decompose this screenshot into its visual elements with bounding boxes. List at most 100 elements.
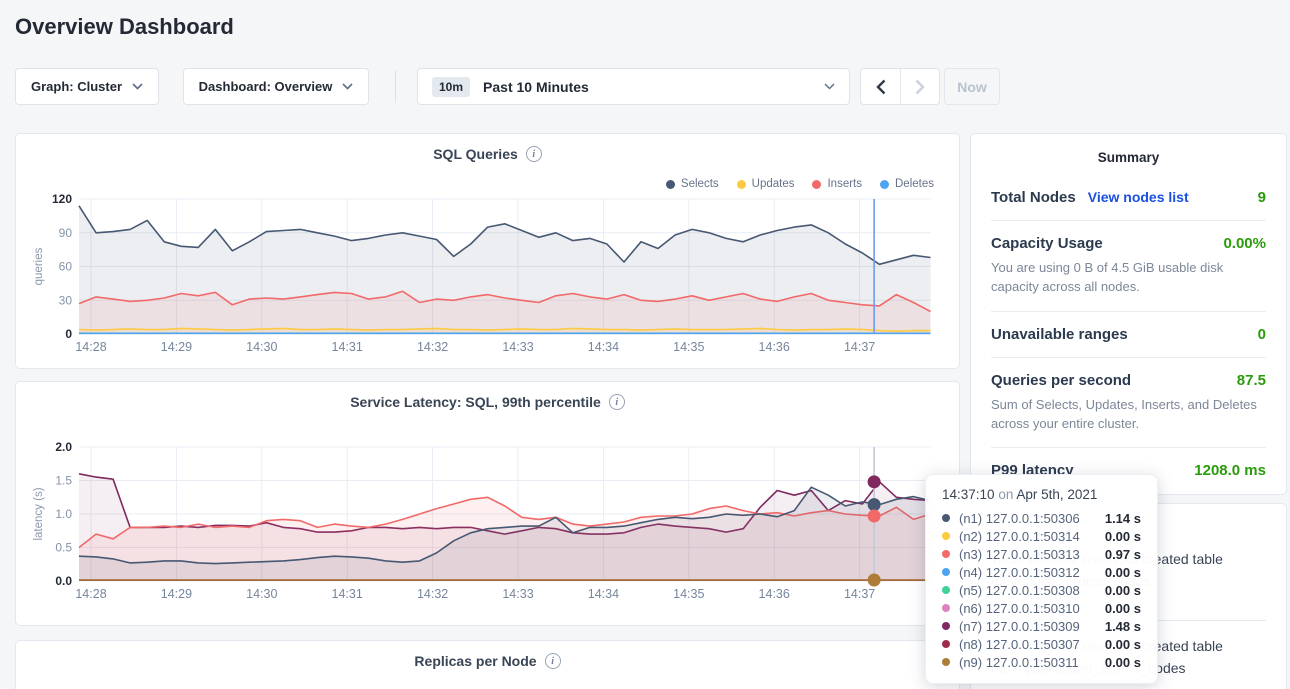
chevron-down-icon	[824, 83, 835, 90]
svg-text:14:32: 14:32	[417, 340, 448, 354]
previous-time-button[interactable]	[861, 69, 900, 104]
node-address: (n8) 127.0.0.1:50307	[959, 637, 1080, 652]
tooltip-node-row: (n4) 127.0.0.1:50312 0.00 s	[942, 563, 1141, 581]
dashboard-selector-label: Dashboard: Overview	[199, 79, 333, 94]
graph-selector-dropdown[interactable]: Graph: Cluster	[15, 68, 159, 105]
chevron-right-icon	[915, 79, 925, 95]
svg-text:14:36: 14:36	[759, 587, 790, 601]
unavailable-ranges-value: 0	[1258, 326, 1266, 343]
node-address: (n6) 127.0.0.1:50310	[959, 601, 1080, 616]
series-color-dot	[942, 532, 950, 540]
info-icon[interactable]: i	[609, 394, 625, 410]
legend-label: Inserts	[827, 178, 862, 190]
now-button[interactable]: Now	[944, 68, 1000, 105]
replicas-per-node-title: Replicas per Node	[414, 653, 536, 669]
node-latency-value: 0.00 s	[1105, 565, 1141, 580]
total-nodes-value: 9	[1258, 189, 1266, 206]
series-color-dot	[942, 514, 950, 522]
sql-queries-title: SQL Queries	[433, 146, 518, 162]
info-icon[interactable]: i	[526, 146, 542, 162]
unavailable-ranges-row: Unavailable ranges 0	[991, 326, 1266, 343]
sql-queries-panel: 14:2814:2914:3014:3114:3214:3314:3414:35…	[15, 133, 960, 369]
time-nav-group	[860, 68, 940, 105]
total-nodes-row: Total Nodes View nodes list 9	[991, 189, 1266, 206]
legend-label: Deletes	[895, 178, 934, 190]
series-color-dot	[942, 604, 950, 612]
svg-text:14:29: 14:29	[161, 340, 192, 354]
service-latency-panel: 14:2814:2914:3014:3114:3214:3314:3414:35…	[15, 381, 960, 626]
node-latency-value: 0.00 s	[1105, 637, 1141, 652]
tooltip-node-row: (n5) 127.0.0.1:503080.00 s	[942, 581, 1141, 599]
svg-text:14:28: 14:28	[75, 587, 106, 601]
series-color-dot	[942, 550, 950, 558]
node-latency-value: 0.00 s	[1105, 529, 1141, 544]
node-address: (n3) 127.0.0.1:50313	[959, 547, 1080, 562]
legend-item-deletes[interactable]: Deletes	[880, 178, 934, 190]
svg-text:90: 90	[59, 226, 73, 240]
svg-text:60: 60	[59, 260, 73, 274]
series-color-dot	[942, 586, 950, 594]
tooltip-node-row: (n8) 127.0.0.1:50307 0.00 s	[942, 635, 1141, 653]
legend-item-updates[interactable]: Updates	[737, 178, 795, 190]
svg-text:14:31: 14:31	[332, 587, 363, 601]
divider	[991, 220, 1266, 221]
capacity-usage-value: 0.00%	[1223, 235, 1266, 252]
summary-title: Summary	[991, 150, 1266, 165]
queries-per-second-value: 87.5	[1237, 372, 1266, 389]
time-range-label: Past 10 Minutes	[483, 79, 589, 95]
svg-text:14:36: 14:36	[759, 340, 790, 354]
svg-text:14:37: 14:37	[844, 340, 875, 354]
queries-per-second-description: Sum of Selects, Updates, Inserts, and De…	[991, 396, 1266, 434]
node-address: (n4) 127.0.0.1:50312	[959, 565, 1080, 580]
svg-text:14:35: 14:35	[673, 587, 704, 601]
divider	[991, 447, 1266, 448]
next-time-button[interactable]	[900, 69, 939, 104]
node-latency-value: 1.14 s	[1105, 511, 1141, 526]
chevron-down-icon	[132, 83, 143, 90]
capacity-usage-description: You are using 0 B of 4.5 GiB usable disk…	[991, 259, 1266, 297]
legend-item-selects[interactable]: Selects	[666, 178, 719, 190]
legend-color-dot	[880, 180, 889, 189]
svg-text:2.0: 2.0	[55, 440, 72, 454]
svg-text:14:33: 14:33	[502, 340, 533, 354]
tooltip-node-row: (n1) 127.0.0.1:50306 1.14 s	[942, 509, 1141, 527]
chevron-left-icon	[876, 79, 886, 95]
dashboard-selector-dropdown[interactable]: Dashboard: Overview	[183, 68, 369, 105]
series-color-dot	[942, 658, 950, 666]
legend-color-dot	[812, 180, 821, 189]
tooltip-node-row: (n9) 127.0.0.1:503110.00 s	[942, 653, 1141, 671]
svg-text:14:35: 14:35	[673, 340, 704, 354]
svg-text:14:32: 14:32	[417, 587, 448, 601]
sql-queries-legend: Selects Updates Inserts Deletes	[666, 178, 934, 190]
capacity-usage-label: Capacity Usage	[991, 235, 1103, 252]
svg-text:14:29: 14:29	[161, 587, 192, 601]
svg-text:14:33: 14:33	[502, 587, 533, 601]
svg-text:1.5: 1.5	[55, 474, 72, 488]
graph-selector-label: Graph: Cluster	[31, 79, 122, 94]
svg-text:14:28: 14:28	[75, 340, 106, 354]
queries-per-second-label: Queries per second	[991, 372, 1131, 389]
svg-text:latency (s): latency (s)	[33, 487, 45, 540]
node-address: (n9) 127.0.0.1:50311	[959, 655, 1079, 670]
service-latency-chart[interactable]: 14:2814:2914:3014:3114:3214:3314:3414:35…	[16, 382, 959, 625]
legend-item-inserts[interactable]: Inserts	[812, 178, 862, 190]
view-nodes-list-link[interactable]: View nodes list	[1088, 189, 1189, 205]
overview-dashboard-page: Overview Dashboard Graph: Cluster Dashbo…	[0, 0, 1290, 689]
divider	[991, 311, 1266, 312]
time-range-badge: 10m	[432, 77, 470, 97]
info-icon[interactable]: i	[545, 653, 561, 669]
replicas-per-node-panel: Replicas per Node i	[15, 640, 960, 689]
svg-text:14:30: 14:30	[246, 340, 277, 354]
node-address: (n2) 127.0.0.1:50314	[959, 529, 1080, 544]
svg-text:14:34: 14:34	[588, 340, 619, 354]
svg-text:0: 0	[65, 327, 72, 341]
node-address: (n1) 127.0.0.1:50306	[959, 511, 1080, 526]
series-color-dot	[942, 622, 950, 630]
svg-text:0.5: 0.5	[55, 541, 72, 555]
sql-queries-chart[interactable]: 14:2814:2914:3014:3114:3214:3314:3414:35…	[16, 134, 959, 368]
legend-label: Updates	[752, 178, 795, 190]
node-latency-value: 0.00 s	[1105, 601, 1141, 616]
tooltip-node-row: (n3) 127.0.0.1:503130.97 s	[942, 545, 1141, 563]
tooltip-node-row: (n7) 127.0.0.1:503091.48 s	[942, 617, 1141, 635]
time-range-dropdown[interactable]: 10m Past 10 Minutes	[417, 68, 850, 105]
